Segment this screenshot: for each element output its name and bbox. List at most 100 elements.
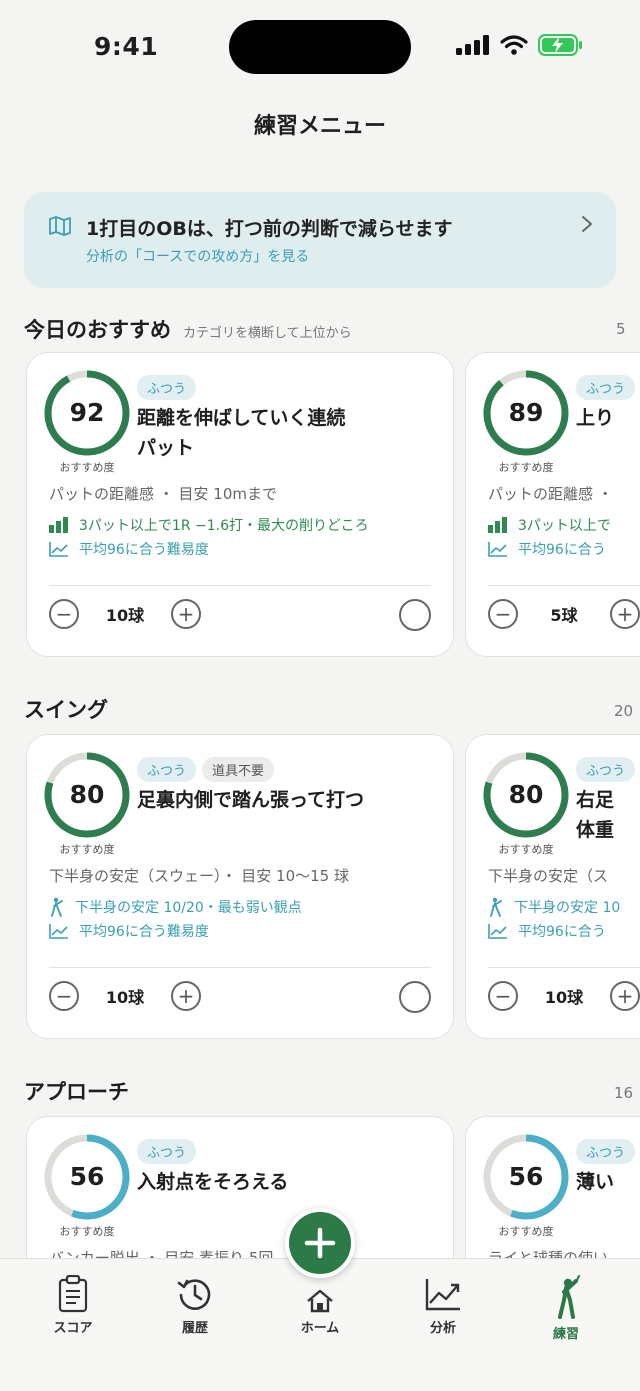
wifi-icon: [500, 35, 528, 55]
insight-text: 平均96に合う: [518, 542, 606, 558]
decrement-button[interactable]: −: [49, 599, 79, 629]
divider: [49, 967, 431, 968]
section-count: 16: [614, 1084, 634, 1102]
trend-icon: [49, 542, 68, 557]
score-value: 56: [69, 1162, 105, 1191]
tab-history[interactable]: 履歴: [150, 1275, 240, 1336]
insight-text: 平均96に合う難易度: [79, 542, 209, 558]
insight-row: 平均96に合う: [488, 921, 606, 941]
tab-practice[interactable]: 練習: [521, 1275, 611, 1342]
practice-card[interactable]: 56 おすすめ度 ふつう 薄い ライと球種の使い: [465, 1116, 640, 1258]
add-round-button[interactable]: [285, 1208, 355, 1278]
status-bar: 9:41: [0, 0, 640, 96]
map-icon: [49, 216, 71, 236]
tab-analysis[interactable]: 分析: [398, 1275, 488, 1336]
insight-row: 平均96に合う難易度: [49, 921, 209, 941]
history-icon: [177, 1279, 211, 1310]
difficulty-tag: ふつう: [137, 757, 197, 782]
tab-label: ホーム: [300, 1321, 340, 1336]
section-title: スイング: [24, 698, 108, 722]
card-title: 距離を伸ばしていく連続 パット: [137, 407, 346, 459]
golfer-icon: [490, 897, 502, 917]
complete-checkbox[interactable]: [399, 599, 431, 631]
dynamic-island: [229, 20, 411, 74]
difficulty-tag: ふつう: [137, 375, 197, 400]
increment-button[interactable]: +: [610, 599, 640, 629]
trend-icon: [49, 924, 68, 939]
insight-row: 下半身の安定 10/20・最も弱い観点: [49, 897, 302, 917]
tab-label: 分析: [429, 1321, 456, 1336]
ball-stepper: − 10球 +: [488, 981, 640, 1011]
score-value: 89: [508, 398, 544, 427]
insight-text: 3パット以上で1R −1.6打・最大の削りどころ: [79, 518, 369, 534]
score-ring: 80 おすすめ度: [43, 751, 131, 856]
insight-row: 平均96に合う: [488, 539, 606, 559]
difficulty-tag: ふつう: [576, 1139, 636, 1164]
divider: [488, 967, 640, 968]
score-ring: 92 おすすめ度: [43, 369, 131, 474]
decrement-button[interactable]: −: [49, 981, 79, 1011]
card-title: 足裏内側で踏ん張って打つ: [137, 789, 365, 811]
tab-label: 練習: [552, 1327, 579, 1342]
ball-count: 5球: [550, 606, 578, 625]
tab-home[interactable]: ホーム: [275, 1289, 365, 1336]
practice-card[interactable]: 89 おすすめ度 ふつう 上り パットの距離感 ・ 3パット以上で 平均96に合う…: [465, 352, 640, 657]
tag-list: ふつう 道具不要: [137, 757, 275, 782]
chevron-right-icon: [582, 216, 592, 232]
tag-list: ふつう: [137, 375, 197, 400]
status-icons: [456, 34, 584, 56]
score-label: おすすめ度: [59, 1225, 115, 1238]
banner-title: 1打目のOBは、打つ前の判断で減らせます: [86, 218, 453, 240]
card-title: 右足 体重: [576, 789, 615, 841]
score-value: 92: [69, 398, 105, 427]
practice-card[interactable]: 56 おすすめ度 ふつう 入射点をそろえる バンカー脱出 ・ 目安 素振り 5回: [26, 1116, 454, 1258]
increment-button[interactable]: +: [171, 599, 201, 629]
tag-list: ふつう: [576, 375, 636, 400]
score-label: おすすめ度: [59, 461, 115, 474]
ball-stepper: − 10球 +: [49, 981, 201, 1011]
insight-banner[interactable]: 1打目のOBは、打つ前の判断で減らせます 分析の「コースでの攻め方」を見る: [24, 192, 616, 288]
insight-text: 下半身の安定 10: [514, 900, 621, 916]
score-label: おすすめ度: [498, 843, 554, 856]
insight-text: 下半身の安定 10/20・最も弱い観点: [75, 900, 302, 916]
bar-chart-icon: [49, 517, 68, 533]
insight-text: 平均96に合う難易度: [79, 924, 209, 940]
battery-charging-icon: [538, 34, 582, 56]
score-ring: 56 おすすめ度: [43, 1133, 131, 1238]
tab-label: 履歴: [181, 1321, 208, 1336]
section-header-approach: アプローチ: [24, 1076, 129, 1106]
equipment-tag: 道具不要: [202, 757, 275, 782]
ball-count: 10球: [105, 988, 145, 1007]
ball-count: 10球: [544, 988, 584, 1007]
banner-link[interactable]: 分析の「コースでの攻め方」を見る: [86, 246, 309, 266]
ball-stepper: − 5球 +: [488, 599, 640, 629]
page-title: 練習メニュー: [253, 114, 386, 139]
score-label: おすすめ度: [498, 461, 554, 474]
card-meta: 下半身の安定（スウェー）・ 目安 10〜15 球: [49, 867, 349, 885]
section-title: アプローチ: [24, 1080, 129, 1104]
complete-checkbox[interactable]: [399, 981, 431, 1013]
practice-card[interactable]: 80 おすすめ度 ふつう 道具不要 足裏内側で踏ん張って打つ 下半身の安定（スウェー…: [26, 734, 454, 1039]
card-title: 薄い: [576, 1171, 615, 1193]
score-value: 56: [508, 1162, 544, 1191]
insight-text: 平均96に合う: [518, 924, 606, 940]
insight-row: 平均96に合う難易度: [49, 539, 209, 559]
tag-list: ふつう: [576, 1139, 636, 1164]
home-icon: [307, 1289, 333, 1313]
trend-icon: [488, 924, 507, 939]
divider: [488, 585, 640, 586]
increment-button[interactable]: +: [171, 981, 201, 1011]
practice-card[interactable]: 80 おすすめ度 ふつう 右足 体重 下半身の安定（ス 下半身の安定 10 平均96…: [465, 734, 640, 1039]
score-value: 80: [508, 780, 544, 809]
card-meta: パットの距離感 ・ 目安 10mまで: [49, 485, 278, 503]
decrement-button[interactable]: −: [488, 599, 518, 629]
decrement-button[interactable]: −: [488, 981, 518, 1011]
divider: [49, 585, 431, 586]
practice-card[interactable]: 92 おすすめ度 ふつう 距離を伸ばしていく連続 パット パットの距離感 ・ 目安 …: [26, 352, 454, 657]
tab-score[interactable]: スコア: [28, 1275, 118, 1336]
insight-row: 下半身の安定 10: [488, 897, 620, 917]
section-header-recommended: 今日のおすすめ カテゴリを横断して上位から: [24, 314, 352, 344]
score-ring: 56 おすすめ度: [482, 1133, 570, 1238]
increment-button[interactable]: +: [610, 981, 640, 1011]
card-row-swing: 80 おすすめ度 ふつう 道具不要 足裏内側で踏ん張って打つ 下半身の安定（スウェー…: [0, 734, 640, 1044]
